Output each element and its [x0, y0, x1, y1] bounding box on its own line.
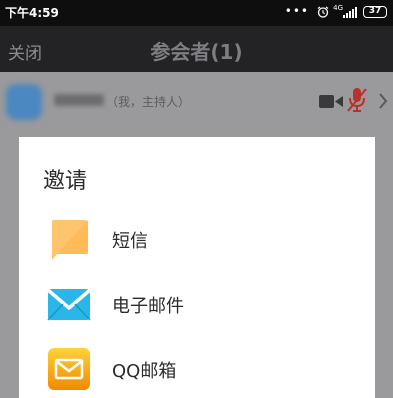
- status-time: 下午4:59: [5, 6, 59, 20]
- participant-name-blurred: [54, 94, 104, 106]
- participant-role: （我，主持人）: [106, 95, 191, 109]
- screen: 下午4:59 ••• 4G 37 关闭 参会者(1) （我，主持人） 邀请 短信…: [0, 0, 393, 398]
- invite-option-label: 短信: [112, 231, 148, 252]
- video-camera-icon[interactable]: [319, 94, 343, 109]
- invite-dialog: 邀请 短信 电子邮件 QQ邮箱: [19, 137, 375, 398]
- dialog-title: 邀请: [43, 169, 88, 194]
- network-label: 4G: [333, 4, 343, 12]
- battery-icon: 37: [363, 6, 387, 18]
- invite-option-label: QQ邮箱: [112, 361, 177, 382]
- qq-mail-icon: [48, 348, 90, 390]
- page-title: 参会者(1): [150, 40, 243, 64]
- invite-option-qq-mail[interactable]: QQ邮箱: [19, 339, 375, 398]
- email-icon: [47, 288, 91, 321]
- participant-row[interactable]: （我，主持人）: [0, 72, 393, 134]
- invite-option-sms[interactable]: 短信: [19, 209, 375, 269]
- status-bar: 下午4:59 ••• 4G 37: [0, 0, 393, 26]
- sms-icon: [52, 220, 88, 260]
- mic-muted-icon[interactable]: [346, 87, 368, 113]
- signal-icon: [343, 7, 357, 18]
- avatar: [6, 84, 42, 120]
- chevron-right-icon[interactable]: [378, 92, 388, 110]
- invite-option-label: 电子邮件: [112, 296, 184, 317]
- status-icons: ••• 4G 37: [267, 4, 387, 22]
- more-dots-icon: •••: [284, 4, 309, 18]
- invite-option-email[interactable]: 电子邮件: [19, 274, 375, 334]
- alarm-icon: [317, 6, 329, 18]
- title-bar: 关闭 参会者(1): [0, 26, 393, 72]
